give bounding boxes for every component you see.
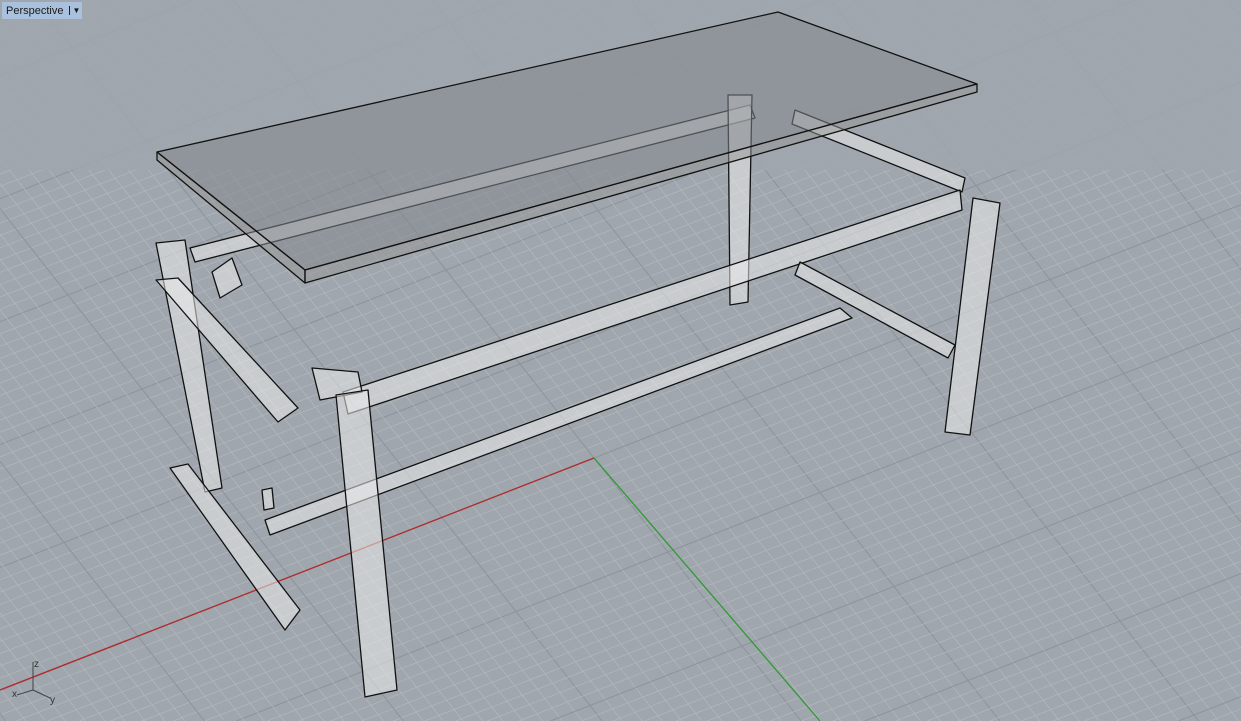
front-right-leg bbox=[944, 197, 1001, 436]
connector-pin bbox=[261, 487, 275, 511]
grid-line bbox=[0, 713, 7, 721]
grid-line bbox=[487, 425, 1241, 721]
grid-line bbox=[0, 511, 166, 721]
grid-line bbox=[456, 413, 1241, 721]
grid-line bbox=[1209, 708, 1241, 721]
grid-line bbox=[675, 499, 1241, 721]
viewport-title-tab[interactable]: Perspective ▼ bbox=[2, 2, 83, 19]
grid-line bbox=[581, 462, 1241, 721]
grid-line bbox=[267, 339, 1241, 721]
lower-right-rail bbox=[794, 261, 956, 359]
grid-line bbox=[361, 376, 1241, 721]
viewport-title[interactable]: Perspective bbox=[6, 5, 63, 17]
grid-line bbox=[707, 511, 1241, 721]
grid-line bbox=[770, 536, 1241, 721]
grid-line bbox=[0, 486, 185, 721]
grid-line bbox=[550, 450, 1241, 721]
grid-line bbox=[738, 524, 1241, 721]
y-axis-label: y bbox=[50, 695, 55, 706]
corner-bracket bbox=[211, 257, 243, 299]
z-axis-label: z bbox=[34, 659, 39, 670]
grid-line bbox=[518, 438, 1241, 721]
grid-line bbox=[330, 364, 1241, 721]
grid-line bbox=[110, 278, 1241, 721]
grid-line bbox=[1052, 647, 1241, 721]
x-axis-label: x bbox=[12, 689, 17, 700]
grid-line bbox=[1115, 671, 1241, 721]
grid-line bbox=[1178, 696, 1241, 721]
grid-line bbox=[79, 265, 1241, 721]
viewport-canvas[interactable]: z x y bbox=[0, 0, 1241, 721]
y-axis-line bbox=[593, 457, 821, 721]
grid-line bbox=[990, 622, 1241, 721]
grid-line bbox=[958, 610, 1241, 721]
grid-line bbox=[1084, 659, 1241, 721]
grid-line bbox=[0, 460, 205, 721]
grid-line bbox=[801, 548, 1241, 721]
left-back-leg bbox=[155, 239, 223, 493]
perspective-viewport[interactable]: z x y Perspective ▼ bbox=[0, 0, 1241, 721]
grid-line bbox=[0, 167, 1241, 654]
dropdown-arrow-icon[interactable]: ▼ bbox=[69, 6, 80, 15]
grid-line bbox=[0, 562, 126, 721]
grid-line bbox=[47, 253, 1241, 721]
front-left-leg bbox=[335, 389, 398, 698]
